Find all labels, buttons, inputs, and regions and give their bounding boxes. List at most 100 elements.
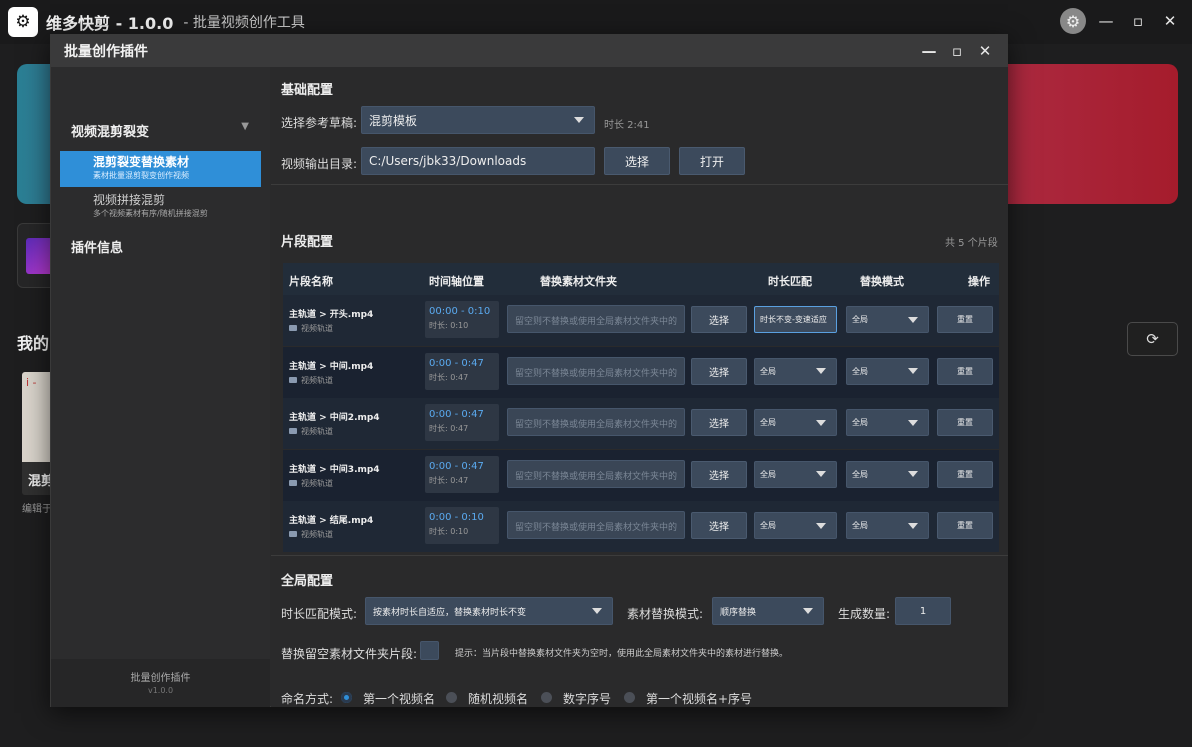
segment-replace-mode-select[interactable]: 全局 — [846, 306, 929, 333]
chevron-down-icon[interactable]: ▼ — [241, 121, 249, 132]
segment-replace-mode-select[interactable]: 全局 — [846, 357, 929, 385]
sidebar-group-label: 视频混剪裂变 — [71, 125, 150, 140]
segment-duration-match-select[interactable]: 全局 — [754, 512, 837, 539]
segment-timeline: 00:00 - 0:10 时长: 0:10 — [425, 301, 499, 338]
segment-folder-input[interactable]: 留空则不替换或使用全局素材文件夹中的 — [507, 356, 685, 385]
segment-name: 主轨道 > 中间3.mp4 — [289, 464, 380, 475]
output-dir-input[interactable]: C:/Users/jbk33/Downloads — [361, 147, 595, 175]
segment-replace-mode-select[interactable]: 全局 — [846, 512, 929, 539]
segment-duration-match-select[interactable]: 全局 — [754, 357, 837, 385]
dialog-title-bar: 批量创作插件 — ▫ ✕ — [51, 35, 1007, 67]
segment-replace-mode-value: 全局 — [852, 418, 868, 427]
segment-choose-button[interactable]: 选择 — [691, 512, 747, 539]
segment-duration-match-value: 全局 — [760, 366, 776, 376]
segment-timeline: 0:00 - 0:47 时长: 0:47 — [425, 352, 499, 390]
duration-match-mode-select[interactable]: 按素材时长自适应，替换素材时长不变 — [365, 597, 613, 625]
segment-track-label: 视频轨道 — [301, 530, 333, 539]
segment-time-range: 0:00 - 0:47 — [429, 357, 484, 369]
segment-folder-input[interactable]: 留空则不替换或使用全局素材文件夹中的 — [507, 459, 685, 488]
duration-match-mode-value: 按素材时长自适应，替换素材时长不变 — [373, 607, 527, 618]
draft-duration: 时长 2:41 — [604, 120, 650, 131]
segment-replace-mode-value: 全局 — [852, 366, 868, 376]
sidebar-group-video-remix[interactable]: 视频混剪裂变 ▼ — [71, 121, 249, 140]
chevron-down-icon — [908, 522, 918, 529]
naming-option-label[interactable]: 第一个视频名+序号 — [646, 690, 752, 707]
app-minimize-button[interactable]: — — [1094, 8, 1118, 34]
footer-plugin-name: 批量创作插件 — [130, 673, 191, 684]
segment-choose-button[interactable]: 选择 — [691, 409, 747, 436]
app-close-button[interactable]: ✕ — [1158, 8, 1182, 34]
naming-option-label[interactable]: 数字序号 — [563, 690, 611, 707]
naming-radio[interactable] — [541, 692, 552, 703]
header-replace-mode: 替换模式 — [860, 275, 904, 288]
dialog-maximize-button[interactable]: ▫ — [943, 38, 971, 64]
choose-output-button[interactable]: 选择 — [604, 147, 670, 175]
segment-replace-mode-value: 全局 — [852, 469, 868, 479]
replace-mode-label: 素材替换模式: — [627, 607, 704, 621]
settings-gear-icon[interactable]: ⚙ — [1060, 8, 1086, 34]
segment-duration-match-value: 时长不变-变速适应 — [760, 315, 827, 324]
naming-radio[interactable] — [341, 692, 352, 703]
chevron-down-icon — [816, 368, 826, 374]
segment-reset-button[interactable]: 重置 — [937, 409, 993, 436]
segment-reset-button[interactable]: 重置 — [937, 512, 993, 539]
dialog-title: 批量创作插件 — [64, 44, 148, 60]
segment-choose-button[interactable]: 选择 — [691, 460, 747, 488]
segment-time-range: 00:00 - 0:10 — [429, 306, 491, 317]
segment-duration-match-value: 全局 — [760, 469, 776, 479]
segment-reset-button[interactable]: 重置 — [937, 306, 993, 333]
empty-folder-checkbox[interactable] — [420, 641, 439, 660]
chevron-down-icon — [803, 608, 813, 614]
sidebar-item-plugin-info[interactable]: 插件信息 — [71, 237, 123, 256]
sidebar-item-remix-replace[interactable]: 混剪裂变替换素材 素材批量混剪裂变创作视频 — [60, 151, 261, 187]
app-maximize-button[interactable]: ▫ — [1126, 8, 1150, 34]
header-segment-name: 片段名称 — [289, 275, 333, 288]
segment-duration: 时长: 0:47 — [429, 424, 469, 433]
segment-name: 主轨道 > 中间2.mp4 — [289, 413, 380, 423]
dialog-minimize-button[interactable]: — — [915, 38, 943, 64]
app-subtitle: - 批量视频创作工具 — [183, 15, 305, 31]
segment-choose-button[interactable]: 选择 — [691, 306, 747, 333]
header-actions: 操作 — [968, 275, 990, 288]
naming-radio[interactable] — [624, 692, 635, 703]
refresh-icon[interactable]: ⟳ — [1127, 322, 1178, 356]
segment-reset-button[interactable]: 重置 — [937, 460, 993, 488]
segment-replace-mode-select[interactable]: 全局 — [846, 409, 929, 436]
dialog-close-button[interactable]: ✕ — [971, 38, 999, 64]
naming-option-label[interactable]: 随机视频名 — [468, 690, 528, 707]
segment-duration-match-select[interactable]: 全局 — [754, 460, 837, 488]
segment-choose-button[interactable]: 选择 — [691, 357, 747, 385]
replace-mode-value: 顺序替换 — [720, 607, 757, 618]
video-track-icon — [289, 376, 297, 383]
naming-radio[interactable] — [446, 692, 457, 703]
plugin-content: 基础配置 选择参考草稿: 混剪模板 时长 2:41 视频输出目录: C:/Use… — [271, 67, 1008, 707]
empty-folder-hint: 提示：当片段中替换素材文件夹为空时，使用此全局素材文件夹中的素材进行替换。 — [455, 649, 789, 659]
segment-reset-button[interactable]: 重置 — [937, 357, 993, 385]
sidebar-item-video-splice[interactable]: 视频拼接混剪 多个视频素材有序/随机拼接混剪 — [60, 189, 261, 225]
segment-folder-input[interactable]: 留空则不替换或使用全局素材文件夹中的 — [507, 511, 685, 539]
segment-duration-match-select[interactable]: 时长不变-变速适应 — [754, 306, 837, 333]
generate-count-input[interactable]: 1 — [895, 597, 951, 625]
segment-folder-input[interactable]: 留空则不替换或使用全局素材文件夹中的 — [507, 408, 685, 436]
segment-duration: 时长: 0:47 — [429, 372, 469, 382]
app-title: 维多快剪 - 1.0.0 — [46, 14, 174, 33]
open-output-button[interactable]: 打开 — [679, 147, 745, 175]
header-folder: 替换素材文件夹 — [540, 275, 617, 288]
segment-duration-match-select[interactable]: 全局 — [754, 409, 837, 436]
naming-option-label[interactable]: 第一个视频名 — [363, 690, 435, 707]
segment-row: 主轨道 > 结尾.mp4 视频轨道 0:00 - 0:10 时长: 0:10 留空则不替… — [283, 501, 999, 552]
plugin-sidebar: 视频混剪裂变 ▼ 混剪裂变替换素材 素材批量混剪裂变创作视频 视频拼接混剪 多个… — [51, 67, 270, 707]
reference-draft-select[interactable]: 混剪模板 — [361, 106, 595, 134]
segment-folder-input[interactable]: 留空则不替换或使用全局素材文件夹中的 — [507, 305, 685, 333]
segment-time-range: 0:00 - 0:10 — [429, 512, 484, 523]
header-duration-match: 时长匹配 — [768, 275, 812, 288]
video-track-icon — [289, 325, 297, 331]
chevron-down-icon — [816, 419, 826, 426]
empty-folder-label: 替换留空素材文件夹片段: — [281, 647, 418, 661]
duration-match-mode-label: 时长匹配模式: — [281, 607, 358, 621]
segment-row: 主轨道 > 中间.mp4 视频轨道 0:00 - 0:47 时长: 0:47 留空则不替… — [283, 346, 999, 398]
basic-config-title: 基础配置 — [281, 83, 334, 98]
replace-mode-select[interactable]: 顺序替换 — [712, 597, 824, 625]
segment-timeline: 0:00 - 0:47 时长: 0:47 — [425, 455, 499, 493]
segment-replace-mode-select[interactable]: 全局 — [846, 460, 929, 488]
